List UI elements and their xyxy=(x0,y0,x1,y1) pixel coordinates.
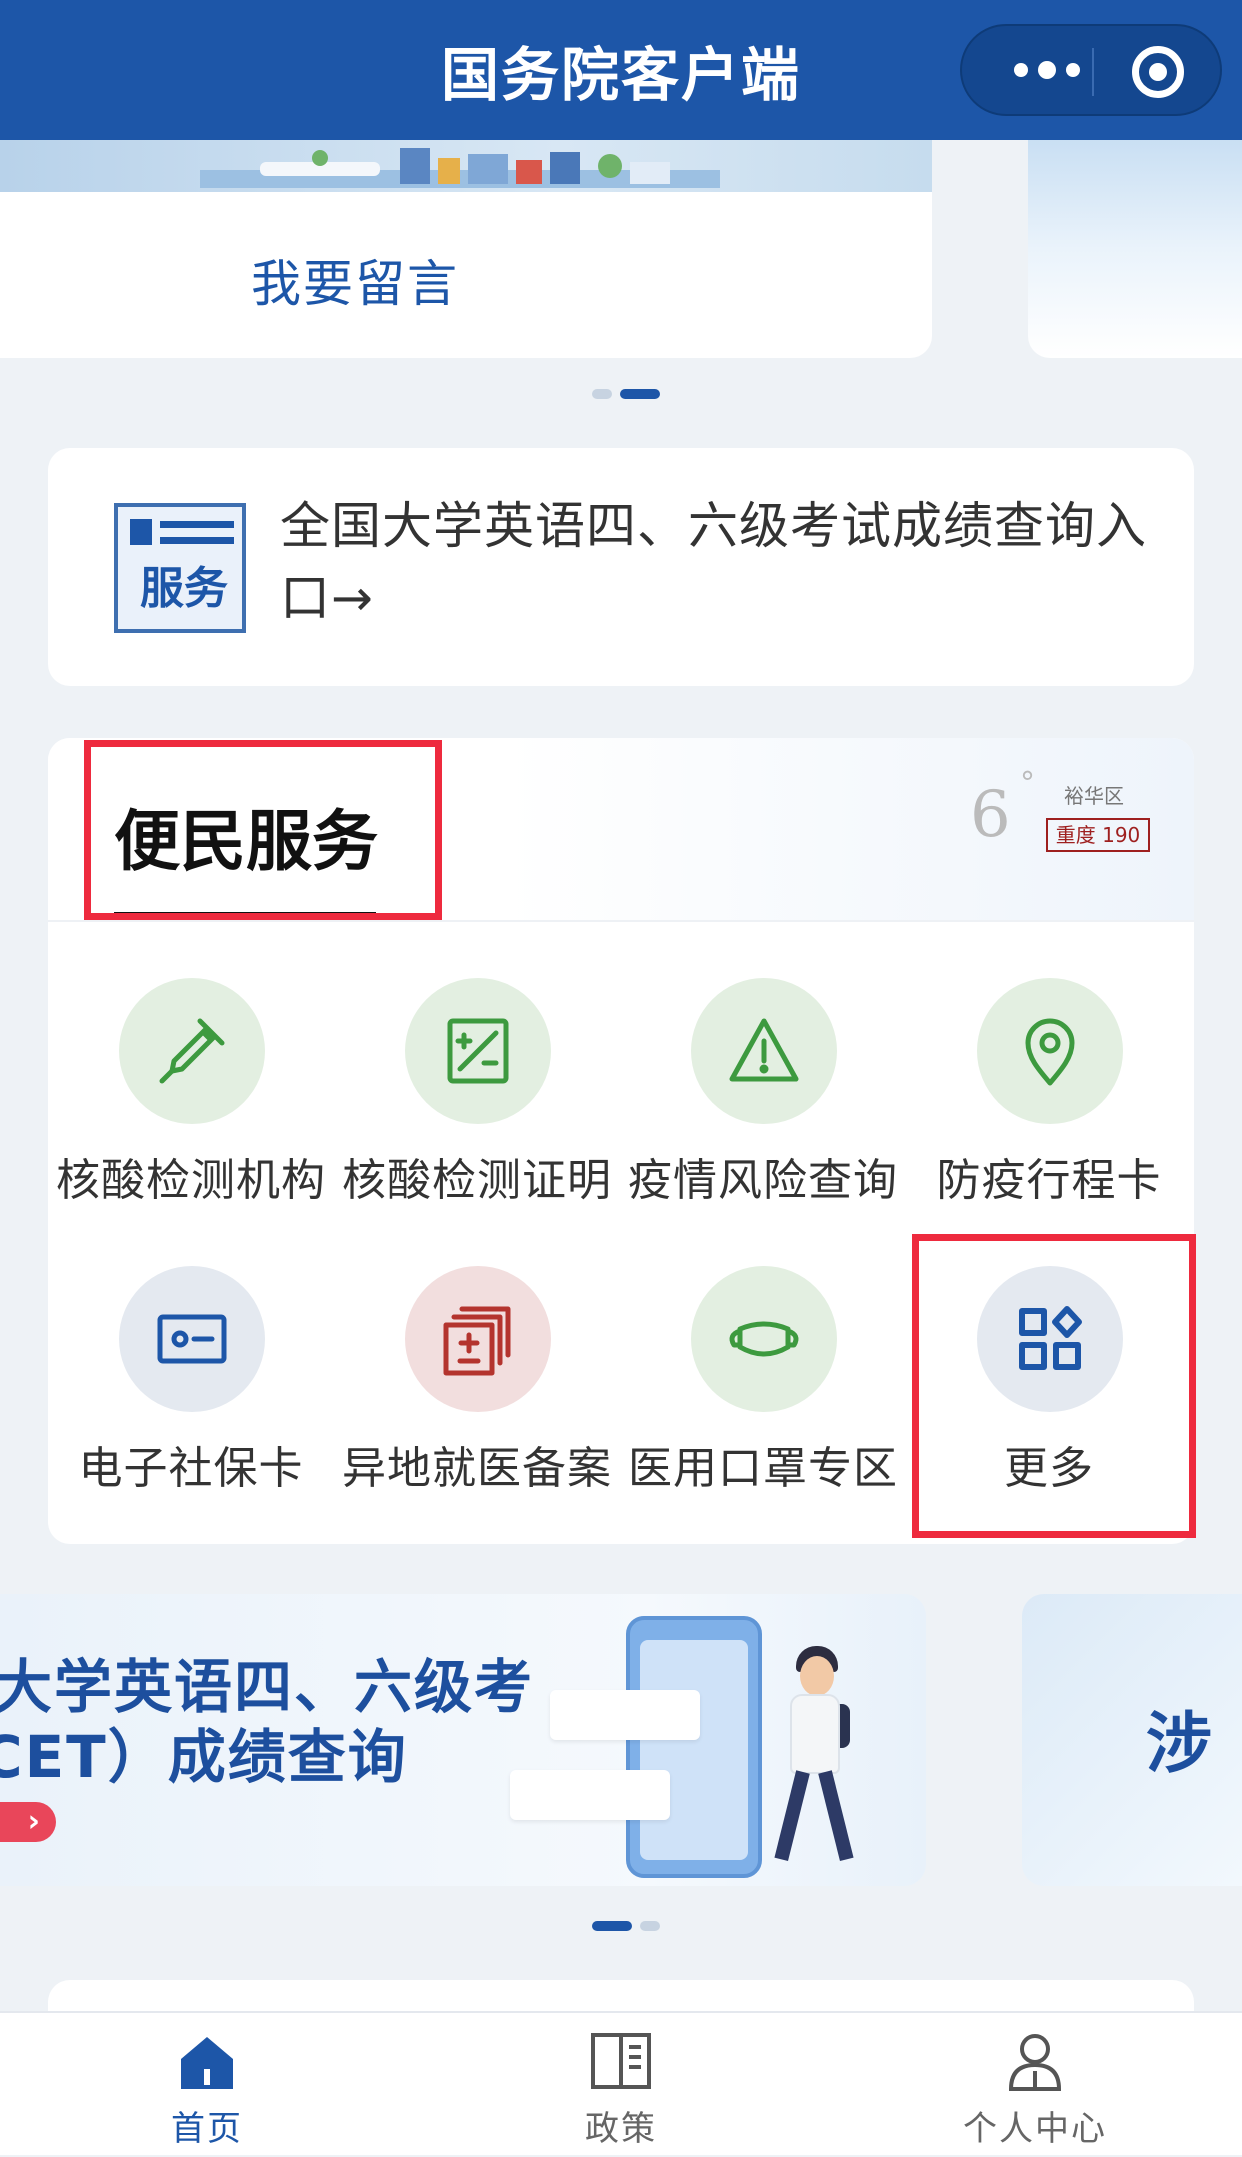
service-label: 医用口罩专区 xyxy=(628,1443,898,1494)
banner-arrow-button[interactable]: › xyxy=(0,1802,56,1842)
next-banner-card[interactable]: 涉 xyxy=(1022,1594,1242,1886)
carousel-indicator xyxy=(592,389,660,399)
service-label: 核酸检测机构 xyxy=(56,1155,326,1206)
service-label: 防疫行程卡 xyxy=(936,1155,1162,1206)
warning-icon xyxy=(691,978,837,1124)
leave-message-label: 我要留言 xyxy=(251,255,459,313)
service-badge-icon: 服务 xyxy=(114,503,246,633)
book-icon xyxy=(591,2033,651,2089)
city-illustration xyxy=(0,140,932,192)
city-skyline-icon xyxy=(200,148,720,188)
tab-home[interactable]: 首页 xyxy=(0,2013,414,2157)
title-bar: 国务院客户端 xyxy=(0,0,1242,140)
temperature: 6 xyxy=(970,778,1011,852)
region-name: 裕华区 xyxy=(1064,784,1124,808)
tab-personal-center[interactable]: 个人中心 xyxy=(828,2013,1242,2157)
tab-label: 首页 xyxy=(171,2109,243,2149)
cet-score-notice[interactable]: 服务 全国大学英语四、六级考试成绩查询入口→ xyxy=(48,448,1194,686)
banner-indicator xyxy=(592,1921,660,1931)
service-label: 电子社保卡 xyxy=(78,1443,304,1494)
mini-program-capsule xyxy=(960,24,1222,116)
id-card-icon xyxy=(119,1266,265,1412)
mask-icon xyxy=(691,1266,837,1412)
service-item-remote-medical[interactable]: 异地就医备案 xyxy=(334,1266,620,1526)
service-label: 核酸检测证明 xyxy=(342,1155,612,1206)
tab-policy[interactable]: 政策 xyxy=(414,2013,828,2157)
phone-illustration xyxy=(510,1616,762,1878)
message-carousel-card[interactable]: 我要留言 xyxy=(0,140,932,358)
home-icon xyxy=(181,2037,233,2089)
air-quality-badge: 重度 190 xyxy=(1046,818,1150,852)
more-options-icon[interactable] xyxy=(1002,48,1092,92)
service-badge-text: 服务 xyxy=(140,563,228,614)
banner-line-2: CET）成绩查询 xyxy=(0,1723,408,1791)
dropper-icon xyxy=(119,978,265,1124)
highlight-box-title xyxy=(84,740,442,920)
bottom-tab-bar: 首页 政策 个人中心 xyxy=(0,2011,1242,2155)
service-label: 异地就医备案 xyxy=(342,1443,612,1494)
highlight-box-more xyxy=(912,1234,1196,1538)
service-item-travel-card[interactable]: 防疫行程卡 xyxy=(906,978,1192,1238)
capsule-divider xyxy=(1092,48,1094,96)
service-item-masks[interactable]: 医用口罩专区 xyxy=(620,1266,906,1526)
next-banner-text: 涉 xyxy=(1146,1705,1212,1782)
location-pin-icon xyxy=(977,978,1123,1124)
service-label: 疫情风险查询 xyxy=(628,1155,898,1206)
certificate-icon xyxy=(405,978,551,1124)
user-icon xyxy=(1008,2034,1062,2091)
service-item-risk-query[interactable]: 疫情风险查询 xyxy=(620,978,906,1238)
degree-sign: ° xyxy=(1020,766,1035,801)
service-item-test-certificate[interactable]: 核酸检测证明 xyxy=(334,978,620,1238)
service-item-social-security-card[interactable]: 电子社保卡 xyxy=(48,1266,334,1526)
medical-record-icon xyxy=(405,1266,551,1412)
cet-promo-banner[interactable]: 大学英语四、六级考 CET）成绩查询 › xyxy=(0,1594,926,1886)
service-item-test-sites[interactable]: 核酸检测机构 xyxy=(48,978,334,1238)
notice-text: 全国大学英语四、六级考试成绩查询入口→ xyxy=(280,497,1147,627)
tab-label: 政策 xyxy=(585,2109,657,2149)
tab-label: 个人中心 xyxy=(963,2109,1107,2149)
close-target-icon[interactable] xyxy=(1132,46,1184,98)
next-carousel-card[interactable] xyxy=(1028,140,1242,358)
